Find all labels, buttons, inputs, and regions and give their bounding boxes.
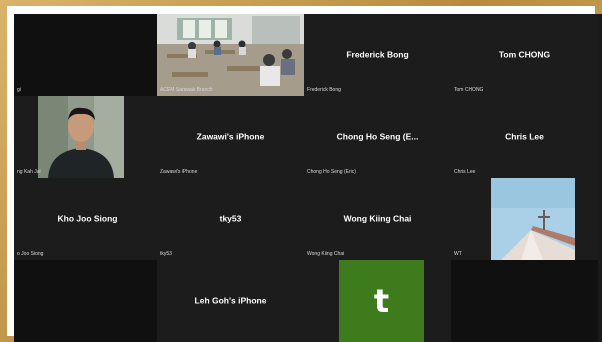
participant-tile[interactable]: Frederick Bong Frederick Bong — [304, 14, 451, 96]
participant-name-label: ng Kah Jai — [17, 169, 41, 175]
participant-tile[interactable]: Tom CHONG Tom CHONG — [451, 14, 598, 96]
participant-tile[interactable]: Kho Joo Siong o Joo Siong — [14, 178, 161, 260]
classroom-video — [157, 14, 304, 96]
participant-tile[interactable]: Chris Lee Chris Lee — [451, 96, 598, 178]
participant-tile[interactable]: tky53 tky53 — [157, 178, 304, 260]
participant-name-label: o Joo Siong — [17, 251, 44, 257]
participant-tile[interactable]: gi — [14, 14, 161, 96]
participant-avatar: t — [339, 260, 424, 342]
participant-tile[interactable] — [14, 260, 161, 342]
participant-tile[interactable] — [451, 260, 598, 342]
participant-display-name: Kho Joo Siong — [57, 213, 118, 224]
participant-display-name: tky53 — [219, 213, 242, 224]
participant-tile-picture[interactable]: WT — [451, 178, 598, 260]
participant-tile-video[interactable]: ng Kah Jai — [14, 96, 161, 178]
participant-name-label: ACEM Sarawak Branch — [160, 87, 213, 93]
participant-display-name: Chris Lee — [505, 131, 544, 142]
participant-tile-video[interactable]: ACEM Sarawak Branch — [157, 14, 304, 96]
participant-name-label: WT — [454, 251, 462, 257]
participant-display-name: Frederick Bong — [346, 49, 409, 60]
webcam-video-man — [38, 96, 124, 178]
participant-name-label: tky53 — [160, 251, 172, 257]
participant-display-name: Chong Ho Seng (E... — [336, 131, 419, 142]
participant-tile-avatar[interactable]: t — [304, 260, 451, 342]
participant-name-label: gi — [17, 87, 21, 93]
participant-tile[interactable]: Zawawi's iPhone Zawawi's iPhone — [157, 96, 304, 178]
participant-name-label: Zawawi's iPhone — [160, 169, 198, 175]
participant-display-name: Leh Goh's iPhone — [194, 295, 267, 306]
participant-name-label: Frederick Bong — [307, 87, 341, 93]
participant-tile[interactable]: Leh Goh's iPhone — [157, 260, 304, 342]
participant-display-name: Zawawi's iPhone — [196, 131, 265, 142]
participant-tile[interactable]: Chong Ho Seng (E... Chong Ho Seng (Eric) — [304, 96, 451, 178]
video-gallery-grid: gi ACEM Sarawak Branch Frederick Bong Fr… — [14, 14, 602, 342]
participant-name-label: Chris Lee — [454, 169, 476, 175]
church-sky-picture — [491, 178, 575, 260]
participant-name-label: Chong Ho Seng (Eric) — [307, 169, 356, 175]
participant-tile[interactable]: Wong Kiing Chai Wong Kiing Chai — [304, 178, 451, 260]
participant-name-label: Wong Kiing Chai — [307, 251, 345, 257]
participant-name-label: Tom CHONG — [454, 87, 484, 93]
participant-display-name: Wong Kiing Chai — [343, 213, 412, 224]
participant-display-name: Tom CHONG — [498, 49, 551, 60]
